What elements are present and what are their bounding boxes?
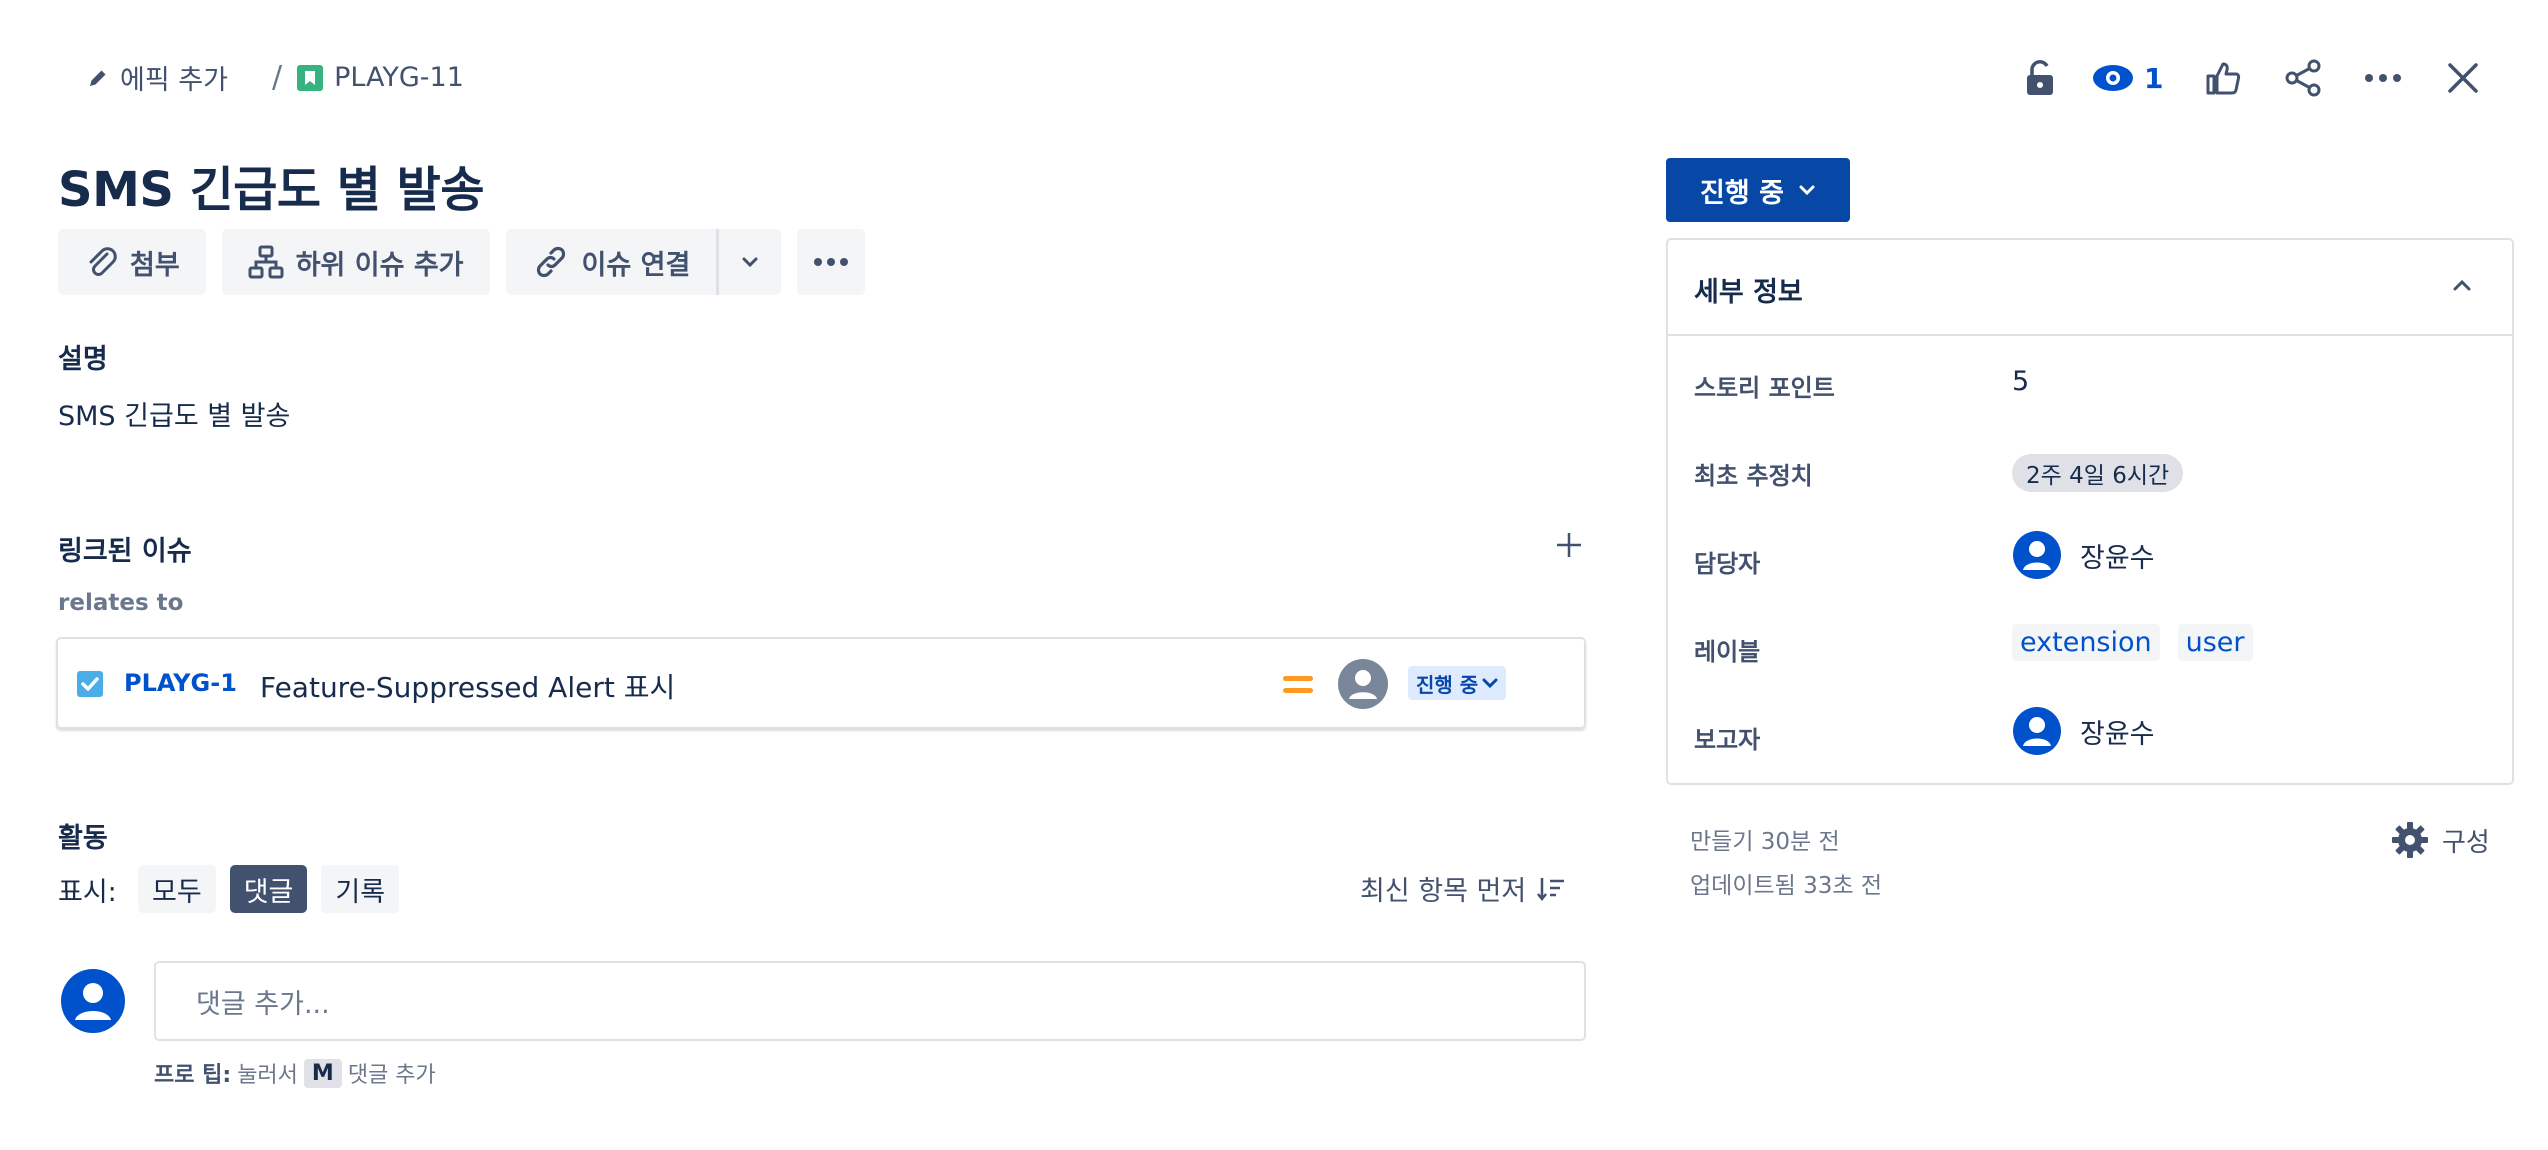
pro-tip-text-end: 댓글 추가 bbox=[347, 1063, 436, 1088]
sort-button[interactable]: 최신 항목 먼저 bbox=[1360, 869, 1566, 908]
toolbar-more-button[interactable] bbox=[797, 229, 866, 295]
label-chip[interactable]: extension bbox=[2012, 624, 2160, 661]
share-button[interactable] bbox=[2273, 48, 2333, 108]
details-header[interactable]: 세부 정보 bbox=[1668, 240, 2512, 336]
reporter-label: 보고자 bbox=[1694, 726, 1761, 754]
chevron-down-icon bbox=[1482, 677, 1498, 689]
link-issue-label: 이슈 연결 bbox=[581, 249, 691, 281]
assignee-avatar-icon bbox=[2012, 530, 2062, 580]
filter-all[interactable]: 모두 bbox=[138, 865, 216, 913]
linked-issue-status-label: 진행 중 bbox=[1416, 672, 1479, 697]
link-icon bbox=[532, 243, 570, 281]
attach-label: 첨부 bbox=[130, 249, 180, 281]
linked-issue-summary[interactable]: Feature-Suppressed Alert 표시 bbox=[260, 666, 675, 706]
add-subtask-label: 하위 이슈 추가 bbox=[295, 249, 464, 281]
reporter-name: 장윤수 bbox=[2080, 718, 2155, 750]
more-button[interactable] bbox=[2353, 48, 2413, 108]
link-issue-button[interactable]: 이슈 연결 bbox=[505, 229, 717, 295]
assignee-label: 담당자 bbox=[1694, 550, 1761, 578]
filter-history[interactable]: 기록 bbox=[321, 865, 400, 913]
story-icon bbox=[296, 64, 324, 92]
watch-count: 1 bbox=[2144, 61, 2164, 95]
original-estimate-value[interactable]: 2주 4일 6시간 bbox=[2012, 454, 2184, 492]
activity-filters: 모두 댓글 기록 bbox=[138, 865, 400, 913]
assignee-name: 장윤수 bbox=[2080, 542, 2155, 574]
task-checkbox-icon bbox=[76, 670, 104, 698]
description-heading: 설명 bbox=[58, 344, 108, 375]
linked-issue-status[interactable]: 진행 중 bbox=[1408, 666, 1507, 700]
assignee-field[interactable]: 장윤수 bbox=[2012, 530, 2155, 580]
relation-label: relates to bbox=[58, 590, 184, 616]
attach-button[interactable]: 첨부 bbox=[58, 229, 206, 295]
add-epic-label: 에픽 추가 bbox=[120, 65, 228, 96]
pencil-icon bbox=[86, 66, 110, 90]
details-heading: 세부 정보 bbox=[1694, 277, 1803, 308]
breadcrumb-separator: / bbox=[271, 60, 283, 95]
breadcrumb: 에픽 추가 / PLAYG-11 bbox=[86, 58, 464, 97]
pro-tip-label: 프로 팁: bbox=[154, 1063, 232, 1088]
link-issue-group: 이슈 연결 bbox=[505, 229, 782, 295]
reporter-avatar-icon bbox=[2012, 706, 2062, 756]
issue-key-label: PLAYG-11 bbox=[334, 62, 464, 93]
comment-input[interactable]: 댓글 추가... bbox=[154, 961, 1586, 1041]
sort-icon bbox=[1536, 876, 1566, 902]
status-dropdown-button[interactable]: 진행 중 bbox=[1666, 158, 1850, 222]
linked-issue-row[interactable]: PLAYG-1 Feature-Suppressed Alert 표시 진행 중 bbox=[56, 637, 1586, 729]
show-label: 표시: bbox=[58, 877, 117, 908]
activity-heading: 활동 bbox=[58, 823, 108, 854]
lock-button[interactable] bbox=[2010, 48, 2070, 108]
more-icon bbox=[2364, 73, 2402, 83]
filter-comments[interactable]: 댓글 bbox=[229, 865, 308, 913]
share-icon bbox=[2284, 59, 2322, 97]
pro-tip: 프로 팁: 눌러서 M 댓글 추가 bbox=[154, 1057, 436, 1089]
unlock-icon bbox=[2023, 59, 2057, 97]
add-linked-issue-button[interactable] bbox=[1546, 522, 1592, 568]
created-timestamp: 만들기 30분 전 bbox=[1690, 829, 1840, 855]
labels-field: extension user bbox=[2012, 624, 2253, 661]
status-button-label: 진행 중 bbox=[1700, 177, 1784, 209]
close-icon bbox=[2447, 62, 2479, 94]
labels-label: 레이블 bbox=[1694, 638, 1761, 666]
add-epic-link[interactable]: 에픽 추가 bbox=[86, 58, 228, 97]
more-icon bbox=[813, 257, 849, 267]
linked-issues-heading: 링크된 이슈 bbox=[58, 536, 192, 567]
updated-timestamp: 업데이트됨 33초 전 bbox=[1690, 873, 1883, 899]
chevron-up-icon[interactable] bbox=[2452, 278, 2472, 292]
details-panel: 세부 정보 스토리 포인트 5 최초 추정치 2주 4일 6시간 담당자 장윤수… bbox=[1666, 238, 2514, 785]
configure-button[interactable]: 구성 bbox=[2390, 820, 2490, 860]
gear-icon bbox=[2390, 820, 2430, 860]
subtask-icon bbox=[248, 245, 284, 279]
configure-label: 구성 bbox=[2442, 827, 2490, 858]
linked-issue-key[interactable]: PLAYG-1 bbox=[124, 669, 237, 697]
label-chip[interactable]: user bbox=[2177, 624, 2253, 661]
close-button[interactable] bbox=[2433, 48, 2493, 108]
story-points-label: 스토리 포인트 bbox=[1694, 374, 1835, 402]
reporter-field[interactable]: 장윤수 bbox=[2012, 706, 2155, 756]
add-subtask-button[interactable]: 하위 이슈 추가 bbox=[221, 229, 490, 295]
paperclip-icon bbox=[84, 245, 118, 279]
eye-icon bbox=[2092, 63, 2134, 93]
issue-toolbar: 첨부 하위 이슈 추가 이슈 연결 bbox=[58, 229, 866, 295]
chevron-down-icon bbox=[1798, 184, 1816, 196]
keyboard-shortcut-key: M bbox=[303, 1058, 342, 1088]
issue-actions: 1 bbox=[2010, 48, 2493, 108]
like-button[interactable] bbox=[2193, 48, 2253, 108]
original-estimate-label: 최초 추정치 bbox=[1694, 462, 1813, 490]
user-avatar-icon bbox=[60, 968, 126, 1034]
pro-tip-text: 눌러서 bbox=[237, 1063, 298, 1088]
story-points-value[interactable]: 5 bbox=[2012, 366, 2029, 397]
unassigned-avatar-icon bbox=[1337, 658, 1389, 710]
description-text[interactable]: SMS 긴급도 별 발송 bbox=[58, 394, 290, 433]
plus-icon bbox=[1555, 531, 1583, 559]
sort-label: 최신 항목 먼저 bbox=[1360, 876, 1527, 907]
issue-key-link[interactable]: PLAYG-11 bbox=[296, 62, 464, 93]
issue-title[interactable]: SMS 긴급도 별 발송 bbox=[58, 150, 485, 220]
watch-button[interactable]: 1 bbox=[2092, 48, 2163, 108]
priority-medium-icon bbox=[1282, 674, 1314, 696]
chevron-down-icon bbox=[741, 256, 759, 268]
thumbs-up-icon bbox=[2205, 60, 2241, 96]
link-issue-dropdown[interactable] bbox=[719, 229, 782, 295]
